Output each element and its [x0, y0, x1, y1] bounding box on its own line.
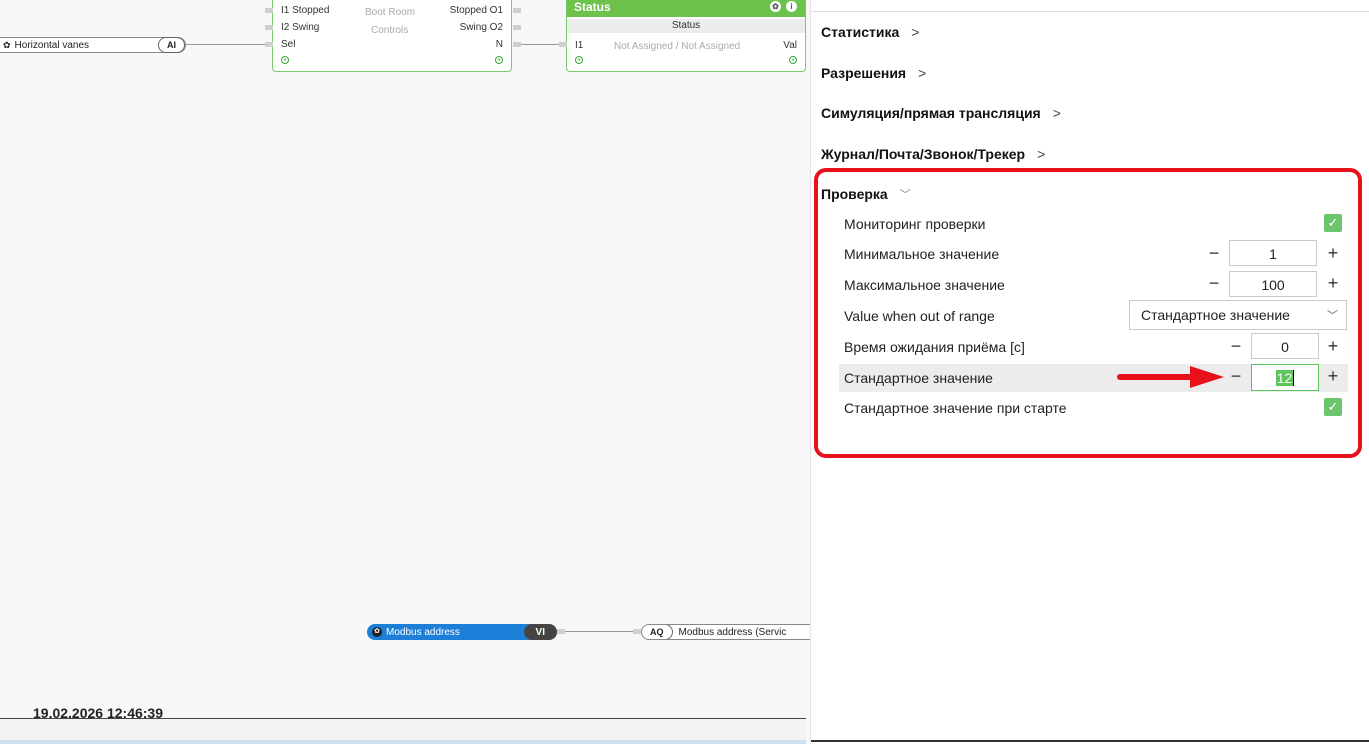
block-add-input-icon[interactable]: + — [575, 56, 583, 64]
block-input-i2: I2 Swing — [281, 22, 320, 33]
pin-port[interactable] — [265, 8, 273, 13]
aq-type-badge: AQ — [642, 625, 673, 639]
annotation-highlight-frame — [814, 168, 1362, 458]
block-output-n: N — [495, 39, 503, 50]
status-block-title: Status — [574, 0, 611, 14]
section-simulation[interactable]: Симуляция/прямая трансляция > — [821, 105, 1061, 121]
section-statistics-label: Статистика — [821, 24, 900, 40]
gear-icon: ✿ — [372, 627, 382, 637]
section-statistics[interactable]: Статистика > — [821, 24, 919, 40]
panel-bottom-divider — [811, 740, 1369, 742]
modbus-address-label: Modbus address — [386, 626, 460, 638]
status-column-header: Status — [567, 19, 805, 33]
horizontal-vanes-label: Horizontal vanes — [14, 39, 90, 51]
boot-room-controls-block[interactable]: I1 Stopped I2 Swing Sel Boot Room Contro… — [272, 0, 512, 72]
block-input-i1: I1 Stopped — [281, 5, 330, 16]
properties-panel: Статистика > Разрешения > Симуляция/прям… — [810, 0, 1369, 744]
section-logging[interactable]: Журнал/Почта/Звонок/Трекер > — [821, 146, 1045, 162]
timestamp: 19.02.2026 12:46:39 — [33, 705, 163, 718]
section-simulation-label: Симуляция/прямая трансляция — [821, 105, 1041, 121]
pin-port[interactable] — [559, 42, 567, 47]
section-permissions-label: Разрешения — [821, 65, 907, 81]
section-logging-label: Журнал/Почта/Звонок/Трекер — [821, 146, 1026, 162]
block-output-o1: Stopped O1 — [449, 5, 503, 16]
pin-port[interactable] — [513, 42, 521, 47]
horizontal-scrollbar[interactable] — [0, 740, 806, 744]
block-output-o2: Swing O2 — [459, 22, 503, 33]
chevron-right-icon: > — [918, 65, 927, 81]
gear-icon: ✿ — [3, 39, 11, 50]
pin-port[interactable] — [265, 42, 273, 47]
connection-wire — [565, 631, 635, 632]
status-value-text: Not Assigned / Not Assigned — [614, 41, 741, 52]
modbus-address-vi-block[interactable]: ✿ Modbus address VI — [367, 624, 557, 640]
block-title-line2: Controls — [371, 25, 409, 36]
section-permissions[interactable]: Разрешения > — [821, 65, 926, 81]
modbus-aq-label: Modbus address (Servic — [678, 626, 787, 638]
ai-type-badge: AI — [158, 37, 185, 53]
connection-wire — [521, 44, 559, 45]
block-title-line1: Boot Room — [365, 7, 416, 18]
vi-type-badge: VI — [523, 624, 557, 640]
horizontal-vanes-input[interactable]: ✿ Horizontal vanes AI — [0, 37, 186, 53]
chevron-right-icon: > — [1037, 146, 1046, 162]
pin-port[interactable] — [557, 629, 565, 634]
pin-port[interactable] — [513, 8, 521, 13]
status-output-val: Val — [783, 40, 797, 51]
pin-port[interactable] — [513, 25, 521, 30]
logic-canvas[interactable]: ✿ Horizontal vanes AI I1 Stopped I2 Swin… — [0, 0, 810, 744]
settings-icon[interactable]: ✿ — [770, 1, 781, 12]
status-block-header: Status ✿ i — [567, 0, 805, 17]
status-input-i1: I1 — [575, 40, 584, 51]
pin-port[interactable] — [633, 629, 641, 634]
chevron-right-icon: > — [911, 24, 920, 40]
block-add-output-icon[interactable]: + — [495, 56, 503, 64]
block-input-sel: Sel — [281, 39, 296, 50]
block-add-output-icon[interactable]: + — [789, 56, 797, 64]
chevron-right-icon: > — [1052, 105, 1061, 121]
pin-port[interactable] — [265, 25, 273, 30]
modbus-address-aq-output[interactable]: AQ Modbus address (Servic — [641, 624, 810, 640]
block-add-input-icon[interactable]: + — [281, 56, 289, 64]
connection-wire — [186, 44, 266, 45]
info-icon[interactable]: i — [786, 1, 797, 12]
panel-top-divider — [811, 11, 1369, 12]
status-block[interactable]: Status ✿ i Status I1 Not Assigned / Not … — [566, 0, 806, 72]
